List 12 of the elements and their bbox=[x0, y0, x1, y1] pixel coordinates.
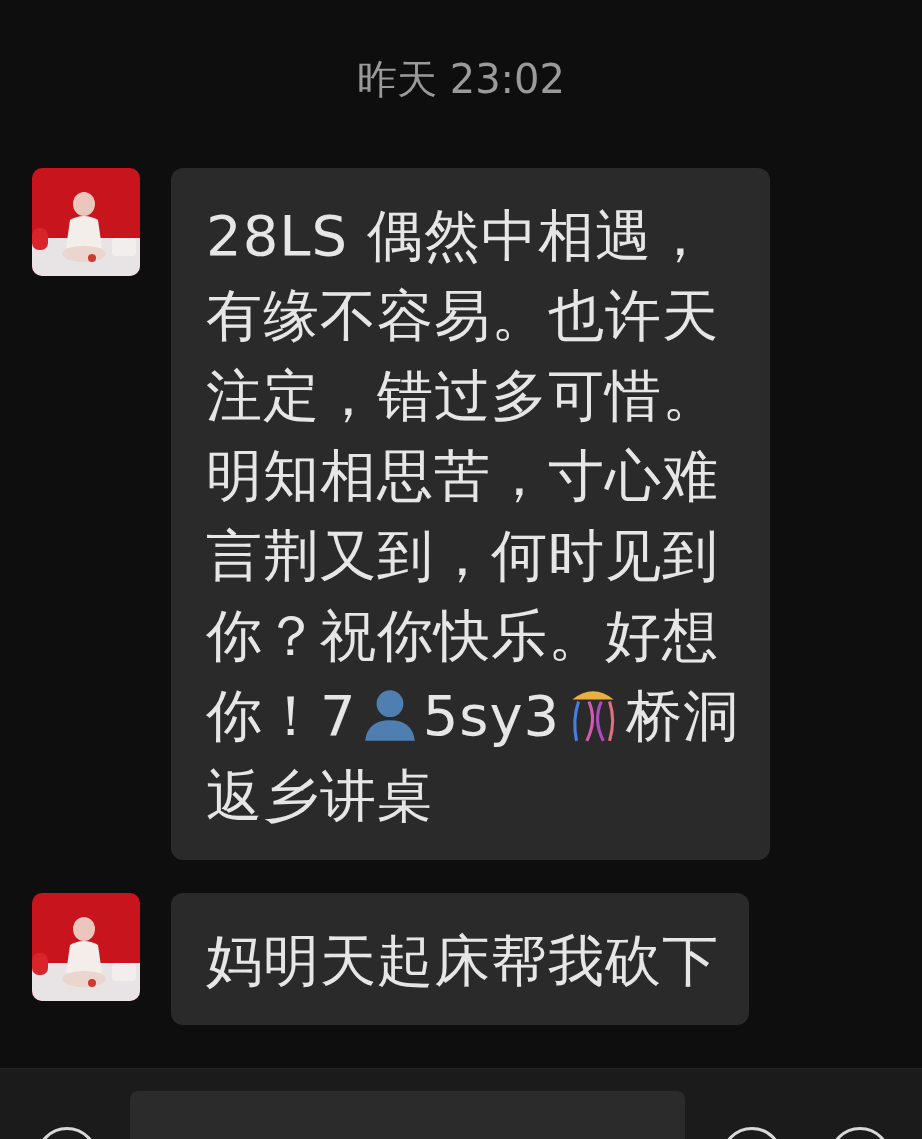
message-text: 你？祝你快乐。好想 bbox=[206, 603, 719, 668]
message-text: 明知相思苦，寸心难 bbox=[206, 443, 719, 508]
message-text: 注定，错过多可惜。 bbox=[206, 363, 719, 428]
message-text: 你！7 bbox=[206, 683, 357, 748]
message-text: 返乡讲桌 bbox=[206, 763, 434, 828]
message-text: 桥洞 bbox=[626, 683, 741, 748]
timestamp: 昨天 23:02 bbox=[356, 55, 566, 104]
message-text: 有缘不容易。也许天 bbox=[206, 283, 719, 348]
message-text: 5sy3 bbox=[422, 683, 561, 748]
message-text: 28LS 偶然中相遇， bbox=[206, 203, 709, 268]
message-text: 言荆又到，何时见到 bbox=[206, 523, 719, 588]
message-text: 妈明天起床帮我砍下 bbox=[206, 928, 719, 993]
